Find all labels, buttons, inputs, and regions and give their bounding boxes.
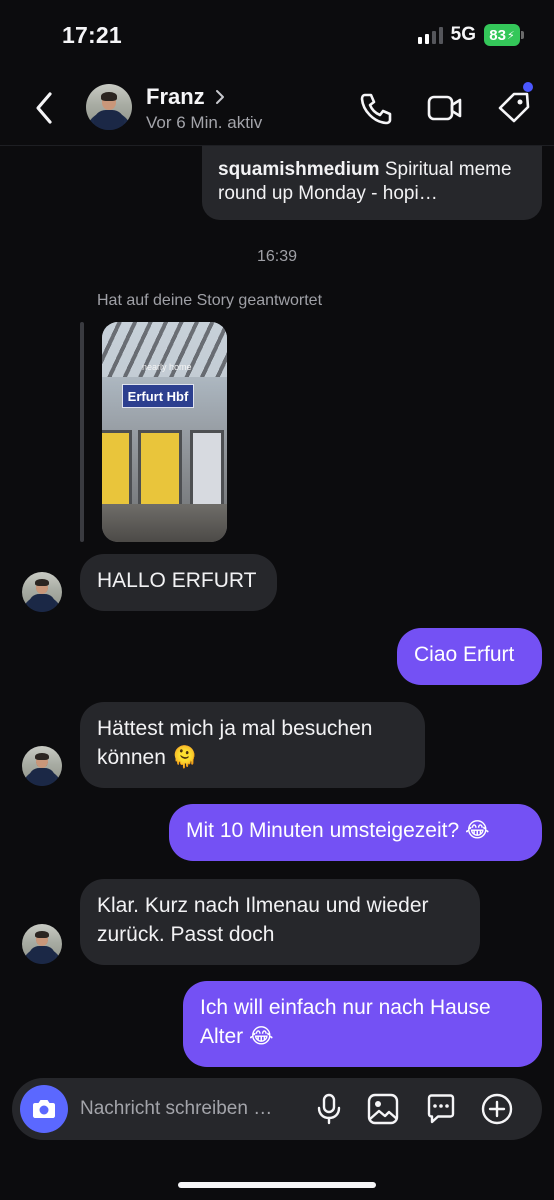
contact-status: Vor 6 Min. aktiv [146, 113, 263, 132]
sticker-icon[interactable] [424, 1092, 458, 1126]
chat-header: Franz Vor 6 Min. aktiv [0, 70, 554, 146]
story-watermark: nearly home [142, 362, 192, 372]
message-text-line2: können [97, 746, 166, 769]
notification-dot [523, 82, 533, 92]
home-indicator[interactable] [178, 1182, 376, 1188]
image-icon[interactable] [366, 1092, 400, 1126]
story-reply-label: Hat auf deine Story geantwortet [97, 292, 323, 309]
reply-quote-bar [80, 322, 84, 542]
battery-icon: 83 ⚡ [484, 24, 524, 46]
message-text-line2: zurück. Passt doch [97, 923, 275, 946]
story-thumbnail[interactable]: nearly home Erfurt Hbf [102, 322, 227, 542]
shared-post-username: squamishmedium [218, 159, 380, 180]
laughing-emoji: 😂 [249, 1024, 274, 1048]
video-camera-icon[interactable] [424, 88, 464, 128]
camera-button[interactable] [20, 1085, 68, 1133]
melting-face-emoji: 🫠 [171, 745, 198, 769]
message-bubble-incoming[interactable]: Klar. Kurz nach Ilmenau und wieder zurüc… [80, 879, 480, 965]
phone-icon[interactable] [356, 88, 396, 128]
message-bubble-incoming[interactable]: Hättest mich ja mal besuchen können 🫠 [80, 702, 425, 788]
status-indicators: 5G 83 ⚡ [417, 24, 524, 46]
message-timestamp: 16:39 [256, 248, 298, 265]
laughing-emoji: 😂 [464, 818, 490, 842]
chevron-right-icon[interactable] [214, 88, 226, 106]
message-text: Mit 10 Minuten umsteigezeit? [186, 819, 460, 842]
tag-icon[interactable] [494, 88, 534, 128]
message-bubble-incoming[interactable]: HALLO ERFURT [80, 554, 277, 611]
plus-circle-icon[interactable] [480, 1092, 514, 1126]
message-text: Ich will einfach nur nach Hause [200, 996, 491, 1019]
sender-avatar[interactable] [22, 746, 62, 786]
message-bubble-outgoing[interactable]: Mit 10 Minuten umsteigezeit? 😂 [169, 804, 542, 861]
message-text: Hättest mich ja mal besuchen [97, 717, 373, 740]
message-text: HALLO ERFURT [97, 569, 257, 592]
network-type: 5G [450, 24, 476, 45]
message-input[interactable] [80, 1096, 310, 1122]
message-bubble-outgoing[interactable]: Ich will einfach nur nach Hause Alter 😂 [183, 981, 542, 1067]
message-text-line2: Alter [200, 1025, 244, 1048]
station-sign: Erfurt Hbf [122, 384, 194, 408]
message-composer [12, 1078, 542, 1140]
status-time: 17:21 [62, 22, 122, 48]
camera-icon [33, 1100, 55, 1118]
message-text: Klar. Kurz nach Ilmenau und wieder [97, 894, 429, 917]
back-icon[interactable] [30, 90, 60, 126]
message-bubble-outgoing[interactable]: Ciao Erfurt [397, 628, 542, 685]
sender-avatar[interactable] [22, 572, 62, 612]
sender-avatar[interactable] [22, 924, 62, 964]
message-text: Ciao Erfurt [414, 643, 515, 666]
signal-icon [417, 26, 443, 44]
contact-name[interactable]: Franz [146, 84, 205, 110]
battery-level: 83 [489, 26, 506, 44]
microphone-icon[interactable] [312, 1092, 346, 1126]
contact-avatar[interactable] [86, 84, 132, 130]
shared-post-bubble[interactable]: squamishmedium Spiritual meme round up M… [202, 146, 542, 220]
